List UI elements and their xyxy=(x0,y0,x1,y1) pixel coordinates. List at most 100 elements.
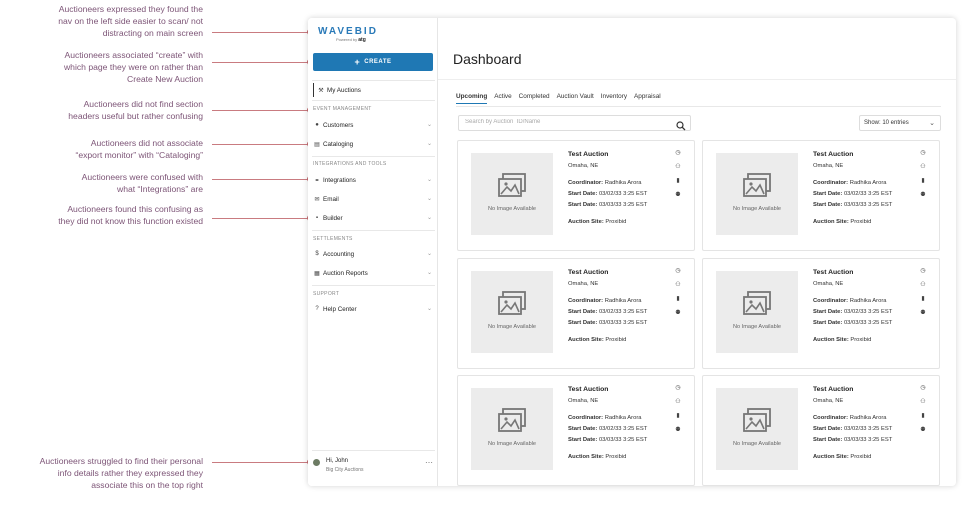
start-date-label: Start Date: xyxy=(813,202,843,208)
annotation-connector xyxy=(212,62,310,63)
coordinator-label: Coordinator: xyxy=(568,415,604,421)
lock-icon[interactable]: ▮ xyxy=(919,412,927,419)
start-date-label: Start Date: xyxy=(813,320,843,326)
no-image-label: No Image Available xyxy=(487,441,537,447)
sidebar-item-label: Auction Reports xyxy=(323,269,368,277)
tab-active[interactable]: Active xyxy=(494,93,511,104)
clock-icon[interactable]: ◷ xyxy=(919,267,927,274)
tab-upcoming[interactable]: Upcoming xyxy=(456,93,488,104)
clock-icon[interactable]: ◷ xyxy=(674,384,682,391)
start-date-line: Start Date: 03/02/33 3:25 EST xyxy=(813,191,892,197)
sidebar-item-builder[interactable]: ▪ Builder ⌄ xyxy=(313,211,435,225)
entries-select-value: Show: 10 entries xyxy=(864,120,909,126)
lock-icon[interactable]: ▮ xyxy=(919,177,927,184)
auction-title[interactable]: Test Auction xyxy=(813,386,853,393)
people-icon[interactable]: ⚉ xyxy=(674,426,682,433)
auction-title[interactable]: Test Auction xyxy=(568,269,608,276)
auction-card[interactable]: No Image Available Test Auction Omaha, NE C… xyxy=(457,140,695,251)
people-icon[interactable]: ⚉ xyxy=(674,191,682,198)
auction-card[interactable]: No Image Available Test Auction Omaha, NE C… xyxy=(702,375,940,486)
chevron-down-icon: ⌄ xyxy=(427,122,433,128)
logo-powered-by: Powered by xyxy=(336,37,358,42)
hammer-icon: ⚒ xyxy=(318,87,324,94)
people-icon[interactable]: ⚉ xyxy=(674,309,682,316)
person-add-icon[interactable]: ⚇ xyxy=(919,163,927,170)
image-placeholder-icon xyxy=(743,173,771,197)
auction-title[interactable]: Test Auction xyxy=(813,151,853,158)
coordinator-label: Coordinator: xyxy=(813,180,849,186)
lock-icon[interactable]: ▮ xyxy=(674,412,682,419)
divider xyxy=(312,80,435,81)
people-icon[interactable]: ⚉ xyxy=(919,426,927,433)
clock-icon[interactable]: ◷ xyxy=(919,149,927,156)
more-options-icon[interactable]: ⋯ xyxy=(425,458,433,467)
start-date-label: Start Date: xyxy=(568,191,598,197)
sidebar-item-accounting[interactable]: $ Accounting ⌄ xyxy=(313,247,435,261)
sidebar-item-customers[interactable]: ● Customers ⌄ xyxy=(313,118,435,132)
sidebar-item-cataloging[interactable]: ▤ Cataloging ⌄ xyxy=(313,137,435,151)
start-date-value: 03/03/33 3:25 EST xyxy=(598,202,648,208)
person-add-icon[interactable]: ⚇ xyxy=(674,398,682,405)
user-organization: Big City Auctions xyxy=(326,467,364,473)
image-placeholder-icon xyxy=(498,173,526,197)
person-icon: ● xyxy=(315,122,319,128)
wavebid-logo[interactable]: WAVEBID xyxy=(318,26,378,37)
start-date-line: Start Date: 03/03/33 3:25 EST xyxy=(568,437,647,443)
image-placeholder-icon xyxy=(743,408,771,432)
auction-site-line: Auction Site: Proxibid xyxy=(568,337,626,343)
avatar xyxy=(313,459,320,466)
clock-icon[interactable]: ◷ xyxy=(674,267,682,274)
create-button[interactable]: + CREATE xyxy=(313,53,433,71)
sidebar-item-auction-reports[interactable]: ▦ Auction Reports ⌄ xyxy=(313,266,435,280)
person-add-icon[interactable]: ⚇ xyxy=(674,281,682,288)
start-date-label: Start Date: xyxy=(813,437,843,443)
clock-icon[interactable]: ◷ xyxy=(674,149,682,156)
auction-card[interactable]: No Image Available Test Auction Omaha, NE C… xyxy=(457,375,695,486)
coordinator-value: Radhika Arora xyxy=(604,180,642,186)
search-input[interactable] xyxy=(465,119,665,125)
auction-title[interactable]: Test Auction xyxy=(813,269,853,276)
auction-site-line: Auction Site: Proxibid xyxy=(813,454,871,460)
lock-icon[interactable]: ▮ xyxy=(674,177,682,184)
dollar-icon: $ xyxy=(315,251,319,257)
image-placeholder-icon xyxy=(498,408,526,432)
lock-icon[interactable]: ▮ xyxy=(919,295,927,302)
start-date-label: Start Date: xyxy=(568,202,598,208)
people-icon[interactable]: ⚉ xyxy=(919,309,927,316)
auction-card[interactable]: No Image Available Test Auction Omaha, NE C… xyxy=(702,258,940,369)
auction-location: Omaha, NE xyxy=(813,281,844,287)
start-date-value: 03/02/33 3:25 EST xyxy=(598,309,648,315)
tab-auction-vault[interactable]: Auction Vault xyxy=(557,93,594,104)
sidebar-item-integrations[interactable]: ⚭ Integrations ⌄ xyxy=(313,173,435,187)
start-date-label: Start Date: xyxy=(813,309,843,315)
chevron-down-icon: ⌄ xyxy=(929,120,935,127)
auction-title[interactable]: Test Auction xyxy=(568,386,608,393)
search-icon[interactable] xyxy=(676,118,686,136)
auction-site-value: Proxibid xyxy=(850,454,872,460)
person-add-icon[interactable]: ⚇ xyxy=(674,163,682,170)
sidebar-item-help-center[interactable]: ? Help Center ⌄ xyxy=(313,302,435,316)
divider xyxy=(456,106,941,107)
auction-title[interactable]: Test Auction xyxy=(568,151,608,158)
divider xyxy=(438,79,956,80)
person-add-icon[interactable]: ⚇ xyxy=(919,281,927,288)
sidebar-item-email[interactable]: ✉ Email ⌄ xyxy=(313,192,435,206)
auction-card[interactable]: No Image Available Test Auction Omaha, NE C… xyxy=(457,258,695,369)
tab-completed[interactable]: Completed xyxy=(519,93,550,104)
people-icon[interactable]: ⚉ xyxy=(919,191,927,198)
entries-select[interactable]: Show: 10 entries ⌄ xyxy=(859,115,941,131)
logo-brand: atg xyxy=(358,37,366,43)
coordinator-label: Coordinator: xyxy=(568,298,604,304)
auction-card[interactable]: No Image Available Test Auction Omaha, NE C… xyxy=(702,140,940,251)
annotation-connector xyxy=(212,32,310,33)
sidebar-item-label: Email xyxy=(323,195,339,203)
person-add-icon[interactable]: ⚇ xyxy=(919,398,927,405)
divider xyxy=(312,156,435,157)
lock-icon[interactable]: ▮ xyxy=(674,295,682,302)
tab-inventory[interactable]: Inventory xyxy=(601,93,627,104)
tab-appraisal[interactable]: Appraisal xyxy=(634,93,661,104)
sidebar-item-my-auctions[interactable]: ⚒ My Auctions xyxy=(313,83,435,97)
clock-icon[interactable]: ◷ xyxy=(919,384,927,391)
start-date-value: 03/02/33 3:25 EST xyxy=(598,426,648,432)
start-date-line: Start Date: 03/02/33 3:25 EST xyxy=(568,426,647,432)
